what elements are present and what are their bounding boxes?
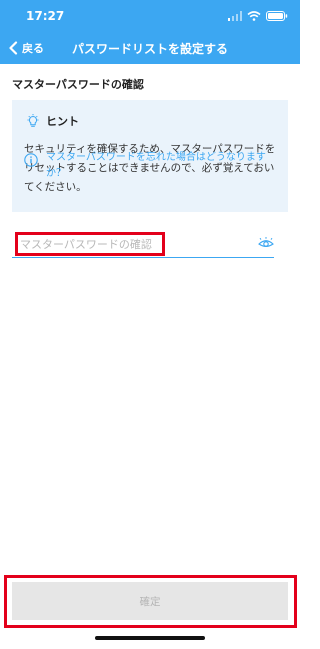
hint-title: ヒント [46,115,79,128]
status-time: 17:27 [26,9,65,23]
info-icon [24,153,38,167]
section-title: マスターパスワードの確認 [12,78,144,91]
confirm-password-field [12,232,274,258]
header-bar: 17:27 戻る パスワードリストを設定する [0,0,300,64]
wifi-icon [247,10,261,21]
page-title: パスワードリストを設定する [71,42,228,56]
lightbulb-icon [27,113,39,127]
hint-header: ヒント [26,113,79,129]
forgot-password-link[interactable]: マスターパスワードを忘れた場合はどうなりますか？ [24,150,282,182]
cellular-icon [228,10,242,21]
status-icons [228,10,288,21]
status-bar: 17:27 [0,0,300,30]
hint-box: ヒント セキュリティを確保するため、マスターパスワードをリセットすることはできま… [12,100,288,212]
home-indicator [95,636,205,640]
battery-icon [266,10,288,21]
eye-icon[interactable] [258,236,274,250]
navigation-bar: 戻る パスワードリストを設定する [0,30,300,64]
confirm-password-input[interactable] [12,232,248,256]
confirm-button[interactable]: 確定 [12,582,288,620]
forgot-password-text: マスターパスワードを忘れた場合はどうなりますか？ [46,152,266,179]
